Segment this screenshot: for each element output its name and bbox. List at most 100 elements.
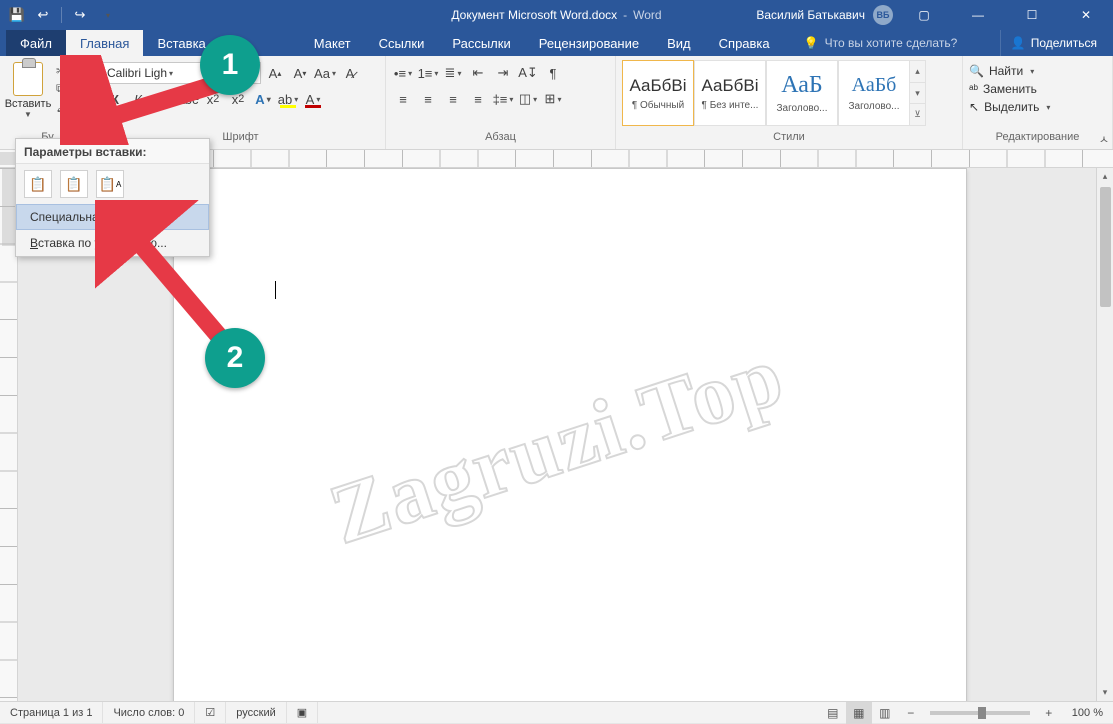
ribbon-tabs: Файл Главная Вставка Конструктор Макет С… xyxy=(0,30,1113,56)
user-avatar[interactable]: ВБ xyxy=(873,5,893,25)
chevron-up-icon[interactable]: ▴ xyxy=(910,61,925,83)
quick-access-toolbar: 💾 ↩ ↪ ▾ xyxy=(0,4,119,26)
tab-home[interactable]: Главная xyxy=(66,30,143,56)
shading-button[interactable]: ◫▾ xyxy=(517,88,539,110)
style-tile-normal[interactable]: АаБбВі ¶ Обычный xyxy=(622,60,694,126)
tab-references[interactable]: Ссылки xyxy=(365,30,439,56)
increase-indent-button[interactable]: ⇥ xyxy=(492,62,514,84)
borders-button[interactable]: ⊞▾ xyxy=(542,88,564,110)
tell-me-box[interactable]: 💡 Что вы хотите сделать? xyxy=(798,30,964,56)
group-label-editing: Редактирование xyxy=(969,131,1106,149)
style-label: Заголово... xyxy=(768,103,836,114)
style-sample: АаБ xyxy=(781,72,822,99)
status-macro-icon[interactable]: ▣ xyxy=(287,702,318,723)
group-label-paragraph: Абзац xyxy=(392,131,609,149)
bullets-button[interactable]: •≡▾ xyxy=(392,62,414,84)
view-web-layout-icon[interactable]: ▥ xyxy=(872,702,898,724)
zoom-slider[interactable] xyxy=(930,711,1030,715)
font-color-button[interactable]: A▾ xyxy=(302,88,324,110)
close-button[interactable]: ✕ xyxy=(1063,0,1109,30)
shrink-font-icon[interactable]: A▾ xyxy=(289,62,311,84)
minimize-button[interactable]: — xyxy=(955,0,1001,30)
annotation-badge-1: 1 xyxy=(200,35,260,95)
change-case-icon[interactable]: Aa▾ xyxy=(314,62,336,84)
window-title: Документ Microsoft Word.docx - Word xyxy=(451,8,661,22)
highlight-button[interactable]: ab▾ xyxy=(277,88,299,110)
zoom-out-button[interactable]: − xyxy=(898,702,924,724)
vertical-scrollbar[interactable]: ▴ ▾ xyxy=(1096,168,1113,701)
chevron-down-icon[interactable]: ▾ xyxy=(910,83,925,105)
scroll-down-icon[interactable]: ▾ xyxy=(1097,684,1113,701)
redo-icon[interactable]: ↪ xyxy=(69,4,91,26)
ribbon-display-options-icon[interactable]: ▢ xyxy=(901,0,947,30)
align-center-button[interactable]: ≡ xyxy=(417,88,439,110)
select-button[interactable]: ↖Выделить▾ xyxy=(969,100,1050,114)
paste-merge-icon[interactable]: 📋 xyxy=(60,170,88,198)
tab-review[interactable]: Рецензирование xyxy=(525,30,653,56)
qa-separator xyxy=(61,7,62,23)
style-sample: АаБбВі xyxy=(702,76,759,96)
styles-scroll[interactable]: ▴ ▾ ⊻ xyxy=(910,60,926,126)
sort-button[interactable]: A↧ xyxy=(517,62,539,84)
cursor-icon: ↖ xyxy=(969,100,979,114)
find-label: Найти xyxy=(989,64,1023,78)
paste-text-only-icon[interactable]: 📋A xyxy=(96,170,124,198)
style-tile-nospacing[interactable]: АаБбВі ¶ Без инте... xyxy=(694,60,766,126)
status-spellcheck-icon[interactable]: ☑ xyxy=(195,702,226,723)
view-read-mode-icon[interactable]: ▤ xyxy=(820,702,846,724)
share-button[interactable]: 👤 Поделиться xyxy=(1000,30,1107,56)
status-language[interactable]: русский xyxy=(226,702,286,723)
line-spacing-button[interactable]: ‡≡▾ xyxy=(492,88,514,110)
scroll-up-icon[interactable]: ▴ xyxy=(1097,168,1113,185)
zoom-level[interactable]: 100 % xyxy=(1062,702,1113,723)
zoom-in-button[interactable]: + xyxy=(1036,702,1062,724)
undo-icon[interactable]: ↩ xyxy=(32,4,54,26)
style-sample: АаБбВі xyxy=(630,76,687,96)
align-right-button[interactable]: ≡ xyxy=(442,88,464,110)
numbering-button[interactable]: 1≡▾ xyxy=(417,62,439,84)
paste-button[interactable]: Вставить ▼ xyxy=(6,60,50,119)
tab-view[interactable]: Вид xyxy=(653,30,705,56)
justify-button[interactable]: ≡ xyxy=(467,88,489,110)
align-left-button[interactable]: ≡ xyxy=(392,88,414,110)
style-sample: АаБб xyxy=(852,74,897,97)
title-bar: 💾 ↩ ↪ ▾ Документ Microsoft Word.docx - W… xyxy=(0,0,1113,30)
styles-more-icon[interactable]: ⊻ xyxy=(910,104,925,125)
styles-gallery[interactable]: АаБбВі ¶ Обычный АаБбВі ¶ Без инте... Аа… xyxy=(622,60,956,126)
paste-keep-source-icon[interactable]: 📋 xyxy=(24,170,52,198)
file-tab[interactable]: Файл xyxy=(6,30,66,56)
status-word-count[interactable]: Число слов: 0 xyxy=(103,702,195,723)
group-styles: АаБбВі ¶ Обычный АаБбВі ¶ Без инте... Аа… xyxy=(616,56,963,149)
maximize-button[interactable]: ☐ xyxy=(1009,0,1055,30)
style-label: Заголово... xyxy=(840,101,908,112)
tab-layout[interactable]: Макет xyxy=(300,30,365,56)
replace-icon: ᵃᵇ xyxy=(969,82,978,96)
collapse-ribbon-icon[interactable]: ㅅ xyxy=(1099,131,1109,147)
qa-customize-icon[interactable]: ▾ xyxy=(97,4,119,26)
share-icon: 👤 xyxy=(1011,36,1026,50)
find-button[interactable]: 🔍Найти▾ xyxy=(969,64,1050,78)
replace-button[interactable]: ᵃᵇЗаменить xyxy=(969,82,1050,96)
scroll-thumb[interactable] xyxy=(1100,187,1111,307)
lightbulb-icon: 💡 xyxy=(804,36,819,50)
style-tile-heading1[interactable]: АаБ Заголово... xyxy=(766,60,838,126)
title-separator: - xyxy=(623,8,627,22)
status-page[interactable]: Страница 1 из 1 xyxy=(0,702,103,723)
search-icon: 🔍 xyxy=(969,64,984,78)
save-icon[interactable]: 💾 xyxy=(6,4,28,26)
multilevel-list-button[interactable]: ≣▾ xyxy=(442,62,464,84)
tab-mailings[interactable]: Рассылки xyxy=(438,30,524,56)
style-tile-heading2[interactable]: АаБб Заголово... xyxy=(838,60,910,126)
view-print-layout-icon[interactable]: ▦ xyxy=(846,702,872,724)
clipboard-icon xyxy=(13,62,43,96)
app-name: Word xyxy=(633,8,661,22)
clear-formatting-icon[interactable]: A̷ xyxy=(339,62,361,84)
decrease-indent-button[interactable]: ⇤ xyxy=(467,62,489,84)
grow-font-icon[interactable]: A▴ xyxy=(264,62,286,84)
annotation-badge-2: 2 xyxy=(205,328,265,388)
chevron-down-icon[interactable]: ▼ xyxy=(24,110,32,119)
tab-help[interactable]: Справка xyxy=(705,30,784,56)
text-effects-button[interactable]: A▾ xyxy=(252,88,274,110)
style-label: ¶ Обычный xyxy=(624,100,692,111)
show-marks-button[interactable]: ¶ xyxy=(542,62,564,84)
